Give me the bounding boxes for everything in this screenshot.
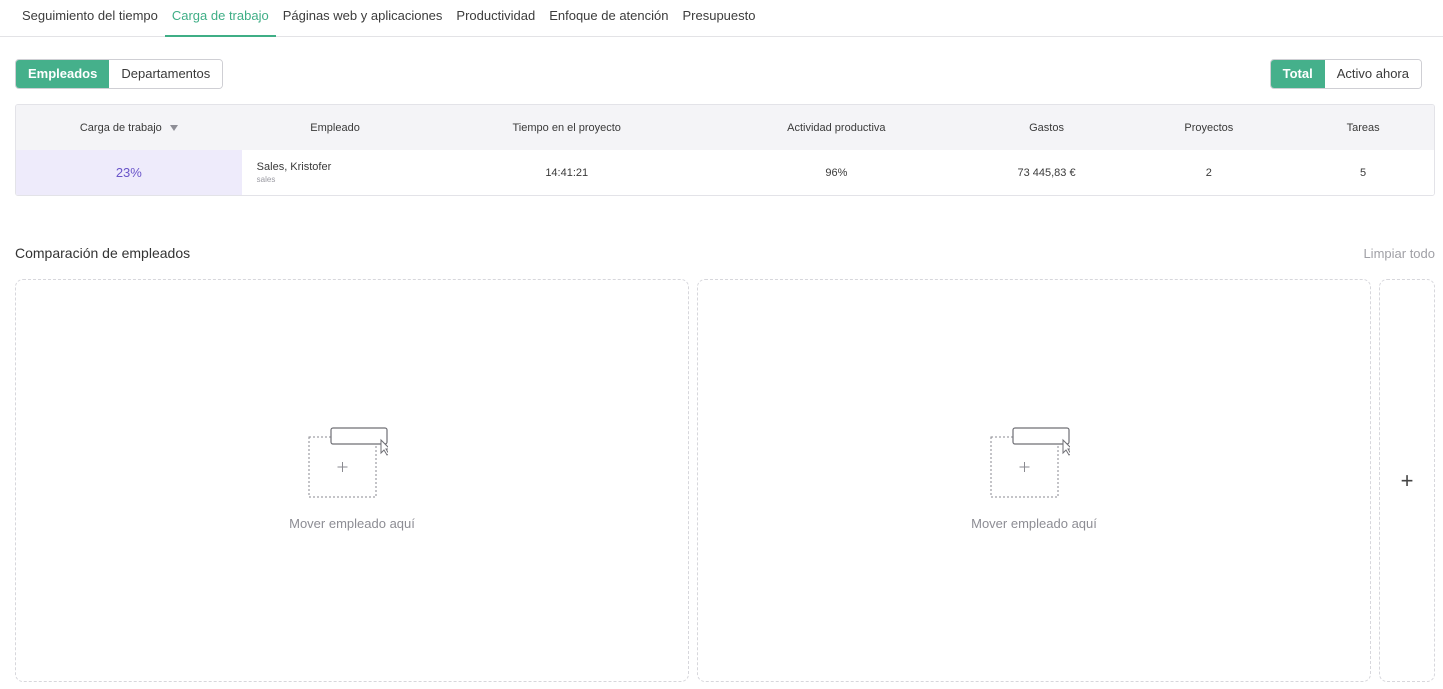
table-row[interactable]: 23% Sales, Kristofer sales 14:41:21 96% … bbox=[16, 150, 1434, 195]
employee-department: sales bbox=[256, 175, 276, 184]
tab-enfoque[interactable]: Enfoque de atención bbox=[542, 0, 675, 37]
tab-presupuesto[interactable]: Presupuesto bbox=[675, 0, 762, 37]
header-time-on-project[interactable]: Tiempo en el proyecto bbox=[428, 122, 705, 134]
expenses-value: 73 445,83 € bbox=[1017, 166, 1076, 179]
header-tasks[interactable]: Tareas bbox=[1292, 122, 1434, 134]
projects-value: 2 bbox=[1205, 166, 1212, 179]
employee-drop-zone-1[interactable]: Mover empleado aquí bbox=[15, 279, 689, 682]
tab-seguimiento[interactable]: Seguimiento del tiempo bbox=[15, 0, 165, 37]
drag-drop-icon bbox=[990, 427, 1070, 498]
productive-activity-value: 96% bbox=[825, 166, 848, 179]
header-productive-activity[interactable]: Actividad productiva bbox=[705, 122, 968, 134]
add-comparison-column[interactable]: + bbox=[1379, 279, 1435, 682]
time-on-project-value: 14:41:21 bbox=[545, 166, 589, 179]
tab-carga-de-trabajo[interactable]: Carga de trabajo bbox=[164, 0, 276, 37]
time-toggle: Total Activo ahora bbox=[1269, 59, 1422, 89]
workload-table: Carga de trabajo Empleado Tiempo en el p… bbox=[15, 104, 1435, 196]
drag-drop-icon bbox=[308, 427, 388, 498]
workload-value: 23% bbox=[16, 150, 242, 195]
view-toggle: Empleados Departamentos bbox=[15, 59, 224, 89]
clear-all-link[interactable]: Limpiar todo bbox=[1363, 246, 1435, 261]
employee-cell[interactable]: Sales, Kristofer sales bbox=[242, 161, 429, 184]
drop-hint-text: Mover empleado aquí bbox=[289, 516, 415, 531]
header-expenses[interactable]: Gastos bbox=[968, 122, 1126, 134]
plus-icon[interactable]: + bbox=[1380, 468, 1434, 494]
tasks-value: 5 bbox=[1360, 166, 1367, 179]
employee-name: Sales, Kristofer bbox=[256, 161, 332, 173]
tab-paginas-web[interactable]: Páginas web y aplicaciones bbox=[276, 0, 450, 37]
header-projects[interactable]: Proyectos bbox=[1125, 122, 1292, 134]
tab-productividad[interactable]: Productividad bbox=[449, 0, 542, 37]
drop-hint-text: Mover empleado aquí bbox=[971, 516, 1097, 531]
table-header: Carga de trabajo Empleado Tiempo en el p… bbox=[16, 105, 1434, 150]
active-now-toggle-button[interactable]: Activo ahora bbox=[1324, 60, 1421, 88]
top-tab-bar: Seguimiento del tiempo Carga de trabajo … bbox=[0, 0, 1443, 37]
comparison-title: Comparación de empleados bbox=[15, 245, 191, 261]
header-employee[interactable]: Empleado bbox=[242, 122, 429, 134]
total-toggle-button[interactable]: Total bbox=[1270, 60, 1325, 88]
departments-toggle-button[interactable]: Departamentos bbox=[109, 60, 223, 88]
header-workload[interactable]: Carga de trabajo bbox=[16, 122, 242, 134]
employees-toggle-button[interactable]: Empleados bbox=[16, 60, 110, 88]
employee-drop-zone-2[interactable]: Mover empleado aquí bbox=[697, 279, 1371, 682]
sort-down-icon[interactable] bbox=[169, 124, 178, 131]
